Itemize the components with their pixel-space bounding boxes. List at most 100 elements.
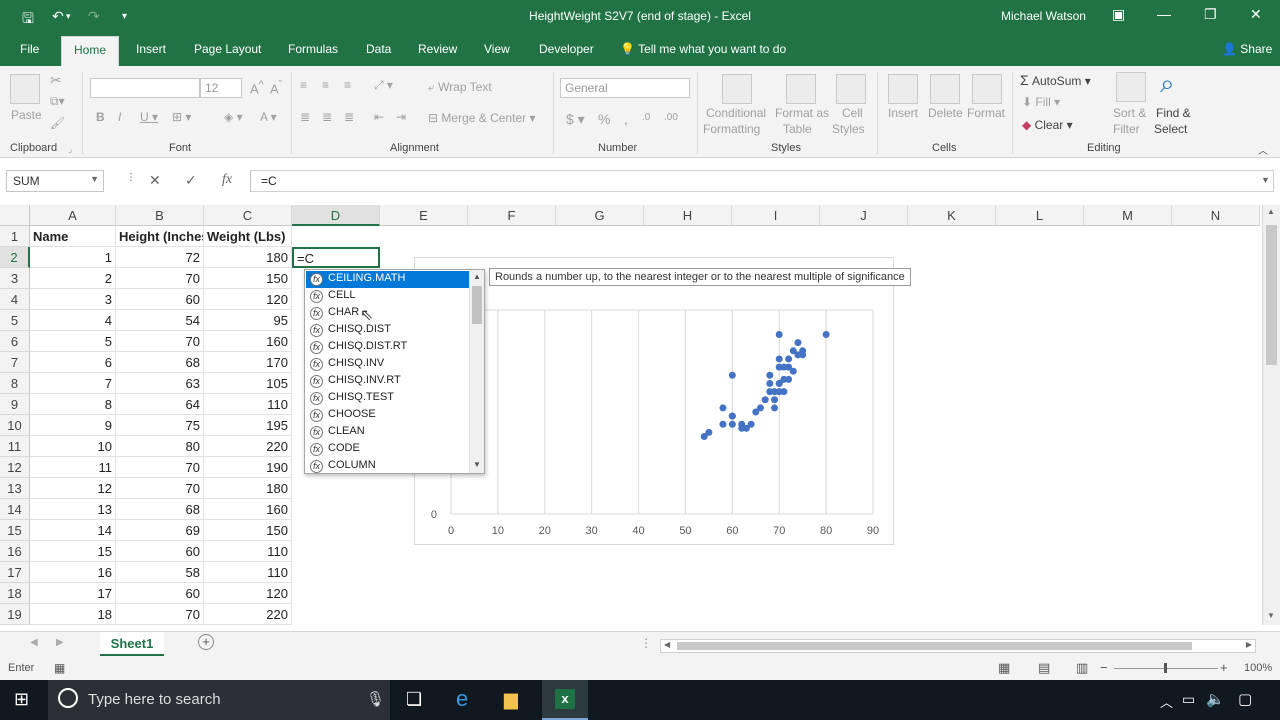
table-cell[interactable]: 160 [204, 331, 292, 352]
zoom-in-icon[interactable]: + [1220, 660, 1228, 675]
cell-a1-name-header[interactable]: Name [30, 226, 116, 247]
table-cell[interactable]: 5 [30, 331, 116, 352]
sort-filter-icon[interactable] [1116, 72, 1146, 102]
borders-icon[interactable]: ⊞ ▾ [172, 110, 191, 124]
autocomplete-item[interactable]: fx CHISQ.DIST [306, 322, 469, 339]
bold-icon[interactable]: B [96, 110, 105, 124]
table-cell[interactable]: 70 [116, 268, 204, 289]
table-cell[interactable]: 72 [116, 247, 204, 268]
name-box[interactable]: SUM ▼ [6, 170, 104, 192]
autocomplete-scroll-thumb[interactable] [472, 286, 482, 324]
task-view-icon[interactable]: ❏ [406, 689, 422, 710]
find-select-label-1[interactable]: Find & [1156, 106, 1191, 120]
table-cell[interactable]: 80 [116, 436, 204, 457]
row-header-6[interactable]: 6 [0, 331, 30, 352]
vertical-scroll-thumb[interactable] [1266, 225, 1277, 365]
row-header-10[interactable]: 10 [0, 415, 30, 436]
column-header-a[interactable]: A [30, 205, 116, 226]
column-header-j[interactable]: J [820, 205, 908, 226]
autocomplete-item[interactable]: fx CHAR [306, 305, 469, 322]
font-color-icon[interactable]: A ▾ [260, 110, 277, 124]
align-left-icon[interactable]: ≣ [300, 110, 310, 124]
find-select-icon[interactable]: ⌕ [1160, 68, 1175, 100]
ribbon-display-icon[interactable]: ▣ [1112, 6, 1125, 23]
column-header-k[interactable]: K [908, 205, 996, 226]
table-cell[interactable]: 70 [116, 478, 204, 499]
table-cell[interactable]: 68 [116, 499, 204, 520]
table-cell[interactable]: 14 [30, 520, 116, 541]
tab-developer[interactable]: Developer [539, 42, 594, 56]
clipboard-launcher-icon[interactable]: ⌟ [68, 144, 72, 155]
table-cell[interactable]: 70 [116, 331, 204, 352]
select-all-corner[interactable] [0, 205, 30, 226]
table-cell[interactable]: 69 [116, 520, 204, 541]
clear-button[interactable]: ◆ Clear ▾ [1022, 118, 1073, 132]
restore-icon[interactable]: ❐ [1204, 6, 1217, 23]
name-box-dropdown-icon[interactable]: ▼ [90, 174, 99, 184]
tell-me-search[interactable]: 💡 Tell me what you want to do [620, 42, 786, 56]
table-cell[interactable]: 120 [204, 583, 292, 604]
scroll-down-icon[interactable]: ▼ [473, 460, 481, 469]
percent-icon[interactable]: % [598, 111, 610, 127]
volume-icon[interactable]: 🔈 [1206, 690, 1225, 708]
cut-icon[interactable]: ✂ [50, 72, 62, 89]
table-cell[interactable]: 18 [30, 604, 116, 625]
row-header-11[interactable]: 11 [0, 436, 30, 457]
comma-icon[interactable]: , [624, 111, 628, 127]
format-as-table-label-2[interactable]: Table [783, 122, 812, 136]
insert-function-icon[interactable]: fx [222, 172, 232, 188]
windows-start-icon[interactable]: ⊞ [14, 689, 29, 710]
split-handle-icon[interactable]: ⋮ [640, 636, 652, 650]
autocomplete-item[interactable]: fx COLUMN [306, 458, 469, 475]
active-cell-d2[interactable]: =C [292, 247, 380, 268]
table-cell[interactable]: 12 [30, 478, 116, 499]
sort-filter-label-2[interactable]: Filter [1113, 122, 1140, 136]
taskbar-search[interactable]: Type here to search 🎙 [48, 680, 390, 720]
tab-home[interactable]: Home [61, 36, 120, 66]
conditional-formatting-label-2[interactable]: Formatting [703, 122, 760, 136]
vertical-scrollbar[interactable]: ▲ ▼ [1262, 205, 1280, 625]
table-cell[interactable]: 70 [116, 604, 204, 625]
paste-icon[interactable] [10, 74, 40, 104]
autocomplete-item[interactable]: fx CHOOSE [306, 407, 469, 424]
decrease-indent-icon[interactable]: ⇤ [374, 110, 384, 124]
next-sheet-icon[interactable]: ▶ [56, 637, 64, 648]
row-header-19[interactable]: 19 [0, 604, 30, 625]
autocomplete-item[interactable]: fx CHISQ.DIST.RT [306, 339, 469, 356]
row-header-12[interactable]: 12 [0, 457, 30, 478]
cell-styles-label-2[interactable]: Styles [832, 122, 865, 136]
column-header-d[interactable]: D [292, 205, 380, 226]
table-cell[interactable]: 63 [116, 373, 204, 394]
column-header-e[interactable]: E [380, 205, 468, 226]
row-header-8[interactable]: 8 [0, 373, 30, 394]
format-cells-icon[interactable] [972, 74, 1002, 104]
column-header-i[interactable]: I [732, 205, 820, 226]
table-cell[interactable]: 110 [204, 541, 292, 562]
column-header-l[interactable]: L [996, 205, 1084, 226]
autocomplete-item[interactable]: fx CEILING.MATH [306, 271, 469, 288]
table-cell[interactable]: 54 [116, 310, 204, 331]
autocomplete-item[interactable]: fx CHISQ.INV.RT [306, 373, 469, 390]
table-cell[interactable]: 60 [116, 289, 204, 310]
table-cell[interactable]: 110 [204, 394, 292, 415]
align-center-icon[interactable]: ≣ [322, 110, 332, 124]
scroll-right-icon[interactable]: ▶ [1246, 640, 1252, 649]
table-cell[interactable]: 120 [204, 289, 292, 310]
row-header-13[interactable]: 13 [0, 478, 30, 499]
row-header-18[interactable]: 18 [0, 583, 30, 604]
table-cell[interactable]: 4 [30, 310, 116, 331]
row-header-17[interactable]: 17 [0, 562, 30, 583]
table-cell[interactable]: 2 [30, 268, 116, 289]
scroll-up-icon[interactable]: ▲ [1267, 207, 1275, 216]
collapse-ribbon-icon[interactable]: ︿ [1258, 142, 1268, 157]
conditional-formatting-icon[interactable] [722, 74, 752, 104]
align-right-icon[interactable]: ≣ [344, 110, 354, 124]
table-cell[interactable]: 180 [204, 478, 292, 499]
autocomplete-item[interactable]: fx CHISQ.INV [306, 356, 469, 373]
font-size-input[interactable]: 12 [200, 78, 242, 98]
italic-icon[interactable]: I [118, 110, 121, 124]
share-button[interactable]: 👤 Share [1222, 42, 1272, 56]
table-cell[interactable]: 160 [204, 499, 292, 520]
table-cell[interactable]: 15 [30, 541, 116, 562]
network-icon[interactable]: ▭ [1182, 691, 1195, 708]
